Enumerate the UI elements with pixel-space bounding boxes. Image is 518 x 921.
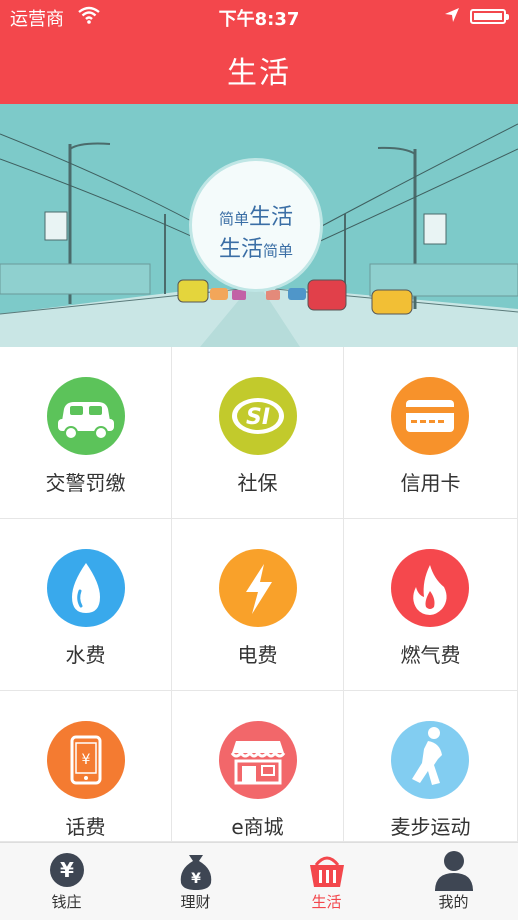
status-time: 下午8:37 <box>218 9 300 30</box>
svg-text:¥: ¥ <box>82 752 91 768</box>
location-arrow-icon <box>444 7 460 28</box>
service-maibu-sport[interactable]: 麦步运动 <box>344 691 518 842</box>
service-label: 燃气费 <box>400 643 461 667</box>
banner-slogan: 简单生活 生活简单 <box>189 158 323 292</box>
header-bar: 运营商 下午8:37 生活 <box>0 0 518 104</box>
tab-label: 理财 <box>180 893 211 911</box>
svg-text:¥: ¥ <box>191 871 201 887</box>
tab-label: 我的 <box>438 893 469 911</box>
service-water-bill[interactable]: 水费 <box>0 519 172 691</box>
tab-bar: ¥ 钱庄 ¥ 理财 生活 我的 <box>0 842 518 920</box>
service-label: 水费 <box>65 643 106 667</box>
tab-qianzhuang[interactable]: ¥ 钱庄 <box>2 843 131 921</box>
service-label: 信用卡 <box>400 471 461 495</box>
tab-licai[interactable]: ¥ 理财 <box>131 843 260 921</box>
tab-shenghuo[interactable]: 生活 <box>262 843 391 921</box>
basket-icon <box>310 856 344 887</box>
svg-text:SI: SI <box>246 405 270 430</box>
service-label: 社保 <box>237 471 278 495</box>
money-bag-icon: ¥ <box>180 855 212 890</box>
service-phone-bill[interactable]: ¥ 话费 <box>0 691 172 842</box>
slogan-line2-small: 简单 <box>263 242 294 260</box>
service-credit-card[interactable]: 信用卡 <box>344 347 518 519</box>
person-icon <box>435 851 473 891</box>
banner[interactable]: 简单生活 生活简单 <box>0 104 518 347</box>
service-label: 麦步运动 <box>390 815 471 839</box>
service-label: 话费 <box>65 815 106 839</box>
service-e-mall[interactable]: e商城 <box>172 691 344 842</box>
service-label: 交警罚缴 <box>45 471 126 495</box>
slogan-line1-big: 生活 <box>249 205 294 230</box>
service-label: 电费 <box>237 643 278 667</box>
page-title: 生活 <box>227 56 291 91</box>
tab-label: 钱庄 <box>51 893 82 911</box>
service-traffic-fine[interactable]: 交警罚缴 <box>0 347 172 519</box>
slogan-line2-big: 生活 <box>218 237 263 262</box>
yen-coin-icon: ¥ <box>50 853 84 887</box>
tab-wode[interactable]: 我的 <box>389 843 518 921</box>
battery-icon <box>470 9 509 24</box>
service-label: e商城 <box>231 815 284 839</box>
svg-text:¥: ¥ <box>60 858 74 882</box>
slogan-line1-small: 简单 <box>218 210 249 228</box>
service-social-security[interactable]: SI 社保 <box>172 347 344 519</box>
tab-label: 生活 <box>311 893 342 911</box>
service-gas-bill[interactable]: 燃气费 <box>344 519 518 691</box>
status-bar: 运营商 下午8:37 <box>0 0 518 34</box>
service-electric-bill[interactable]: 电费 <box>172 519 344 691</box>
services-grid: 交警罚缴 SI 社保 信用卡 水费 电费 燃气费 ¥ 话费 e商城 麦步运动 <box>0 347 518 842</box>
